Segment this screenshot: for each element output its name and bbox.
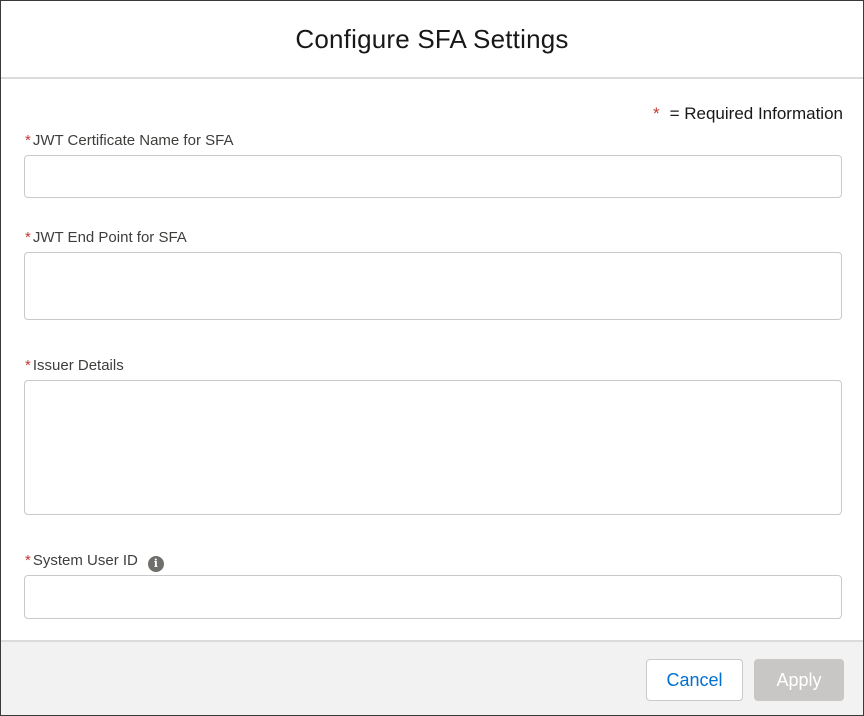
jwt-certificate-name-label-text: JWT Certificate Name for SFA [32,132,234,149]
required-marker: * [25,229,31,246]
jwt-certificate-name-input[interactable] [24,155,842,198]
dialog-footer: Cancel Apply [1,640,863,715]
required-marker: * [652,104,660,123]
issuer-details-input[interactable] [24,380,842,515]
required-marker: * [25,552,31,569]
system-user-id-label: * System User ID i [25,552,164,572]
required-marker: * [25,357,31,374]
jwt-end-point-label: * JWT End Point for SFA [25,229,187,246]
jwt-end-point-input[interactable] [24,252,842,320]
required-note-text: = Required Information [669,104,843,123]
system-user-id-label-text: System User ID [32,552,138,569]
cancel-button[interactable]: Cancel [646,659,743,701]
dialog-header: Configure SFA Settings [1,1,863,79]
system-user-id-input[interactable] [24,575,842,619]
configure-sfa-dialog: Configure SFA Settings * = Required Infor… [0,0,864,716]
dialog-title: Configure SFA Settings [295,23,569,54]
required-information-note: * = Required Information [653,104,843,124]
jwt-certificate-name-label: * JWT Certificate Name for SFA [25,132,233,149]
issuer-details-label: * Issuer Details [25,357,124,374]
info-icon[interactable]: i [147,556,164,572]
apply-button[interactable]: Apply [754,659,844,701]
required-marker: * [25,132,31,149]
jwt-end-point-label-text: JWT End Point for SFA [32,229,187,246]
issuer-details-label-text: Issuer Details [32,357,124,374]
